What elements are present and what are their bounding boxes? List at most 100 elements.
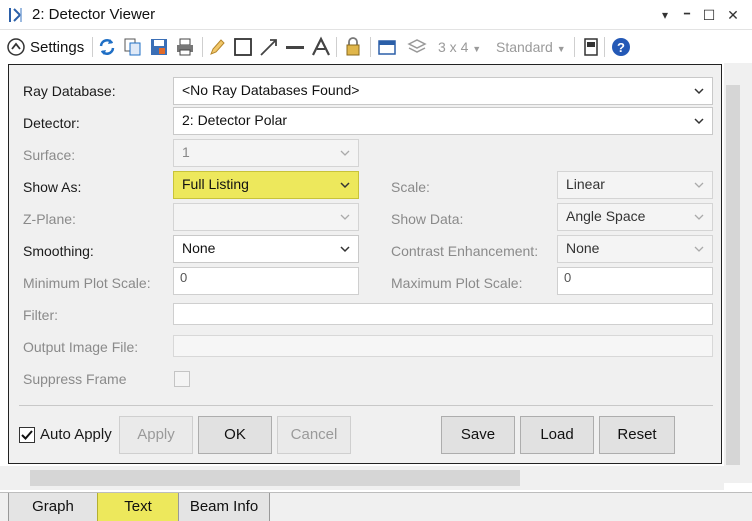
window-icon[interactable] [376,36,398,58]
copy-icon[interactable] [122,36,144,58]
auto-apply-label: Auto Apply [40,426,112,443]
toolbar-separator [370,37,371,57]
maximize-button[interactable]: ☐ [698,4,720,26]
ray-database-label: Ray Database: [23,83,116,99]
settings-icon [7,38,25,56]
chevron-down-icon [694,88,704,95]
refresh-icon[interactable] [96,36,118,58]
min-plot-scale-input[interactable]: 0 [173,267,359,295]
settings-panel: Ray Database: <No Ray Databases Found> D… [8,64,722,464]
print-icon[interactable] [174,36,196,58]
layout-label: 3 x 4 [438,39,469,55]
chevron-down-icon: ▼ [556,44,566,54]
scale-label: Scale: [391,179,430,195]
surface-value: 1 [182,144,190,160]
lock-icon[interactable] [342,36,364,58]
suppress-frame-checkbox[interactable] [174,371,190,387]
view-tabs: Graph Text Beam Info [0,492,752,521]
style-dropdown[interactable]: Standard ▼ [496,39,566,55]
detector-select[interactable]: 2: Detector Polar [173,107,713,135]
toolbar: Settings 3 x 4 ▼ Standard ▼ ? [0,31,752,63]
apply-button[interactable]: Apply [119,416,193,454]
settings-label: Settings [30,38,85,56]
max-plot-scale-input[interactable]: 0 [557,267,713,295]
save-button[interactable]: Save [441,416,515,454]
app-icon [7,6,25,24]
help-icon[interactable]: ? [610,36,632,58]
rectangle-icon[interactable] [232,36,254,58]
chevron-down-icon [340,214,350,220]
chevron-down-icon [694,182,704,188]
smoothing-label: Smoothing: [23,243,94,259]
chevron-down-icon [694,214,704,220]
svg-text:?: ? [617,40,625,55]
max-plot-scale-label: Maximum Plot Scale: [391,275,523,291]
show-data-value: Angle Space [566,208,646,224]
ok-button[interactable]: OK [198,416,272,454]
scale-value: Linear [566,176,605,192]
title-bar: 2: Detector Viewer ▾ ━ ☐ ✕ [0,0,752,30]
min-plot-scale-label: Minimum Plot Scale: [23,275,151,291]
tab-graph[interactable]: Graph [8,493,98,521]
line-icon[interactable] [284,36,306,58]
filter-label: Filter: [23,307,58,323]
settings-button[interactable]: Settings [6,35,84,59]
detector-label: Detector: [23,115,80,131]
z-plane-select[interactable] [173,203,359,231]
show-as-label: Show As: [23,179,82,195]
smoothing-select[interactable]: None [173,235,359,263]
show-data-select[interactable]: Angle Space [557,203,713,231]
tab-text[interactable]: Text [97,493,179,521]
z-plane-label: Z-Plane: [23,211,76,227]
text-icon[interactable] [310,36,332,58]
toolbar-separator [604,37,605,57]
chevron-down-icon [340,150,350,156]
surface-select[interactable]: 1 [173,139,359,167]
window-title: 2: Detector Viewer [32,6,156,23]
contrast-value: None [566,240,600,256]
layout-dropdown[interactable]: 3 x 4 ▼ [438,39,481,55]
toolbar-separator [574,37,575,57]
close-button[interactable]: ✕ [722,4,744,26]
save-icon[interactable] [148,36,170,58]
surface-label: Surface: [23,147,76,163]
tab-beam-info[interactable]: Beam Info [178,493,270,521]
panel-icon[interactable] [580,36,602,58]
show-data-label: Show Data: [391,211,464,227]
toolbar-separator [92,37,93,57]
detector-value: 2: Detector Polar [182,112,288,128]
contrast-label: Contrast Enhancement: [391,243,539,259]
chevron-down-icon: ▼ [472,44,482,54]
scale-select[interactable]: Linear [557,171,713,199]
filter-input[interactable] [173,303,713,325]
output-image-input[interactable] [173,335,713,357]
layers-icon[interactable] [406,36,428,58]
load-button[interactable]: Load [520,416,594,454]
contrast-select[interactable]: None [557,235,713,263]
pin-dropdown-button[interactable]: ▾ [654,4,676,26]
chevron-down-icon [340,246,350,253]
ray-database-select[interactable]: <No Ray Databases Found> [173,77,713,105]
minimize-button[interactable]: ━ [676,4,698,26]
output-image-label: Output Image File: [23,339,139,355]
auto-apply-checkbox[interactable] [19,427,35,443]
pencil-icon[interactable] [206,36,228,58]
ray-database-value: <No Ray Databases Found> [182,82,360,98]
vertical-scroll-thumb[interactable] [726,85,740,465]
show-as-value: Full Listing [182,176,249,192]
show-as-select[interactable]: Full Listing [173,171,359,199]
cancel-button[interactable]: Cancel [277,416,351,454]
chevron-down-icon [694,246,704,252]
horizontal-scroll-thumb[interactable] [30,470,520,486]
button-divider [19,405,713,406]
style-label: Standard [496,39,553,55]
chevron-down-icon [694,118,704,125]
toolbar-separator [336,37,337,57]
arrow-icon[interactable] [258,36,280,58]
chevron-down-icon [340,182,350,189]
checkmark-icon [21,430,33,440]
smoothing-value: None [182,240,216,256]
reset-button[interactable]: Reset [599,416,675,454]
toolbar-separator [202,37,203,57]
suppress-frame-label: Suppress Frame [23,371,127,387]
